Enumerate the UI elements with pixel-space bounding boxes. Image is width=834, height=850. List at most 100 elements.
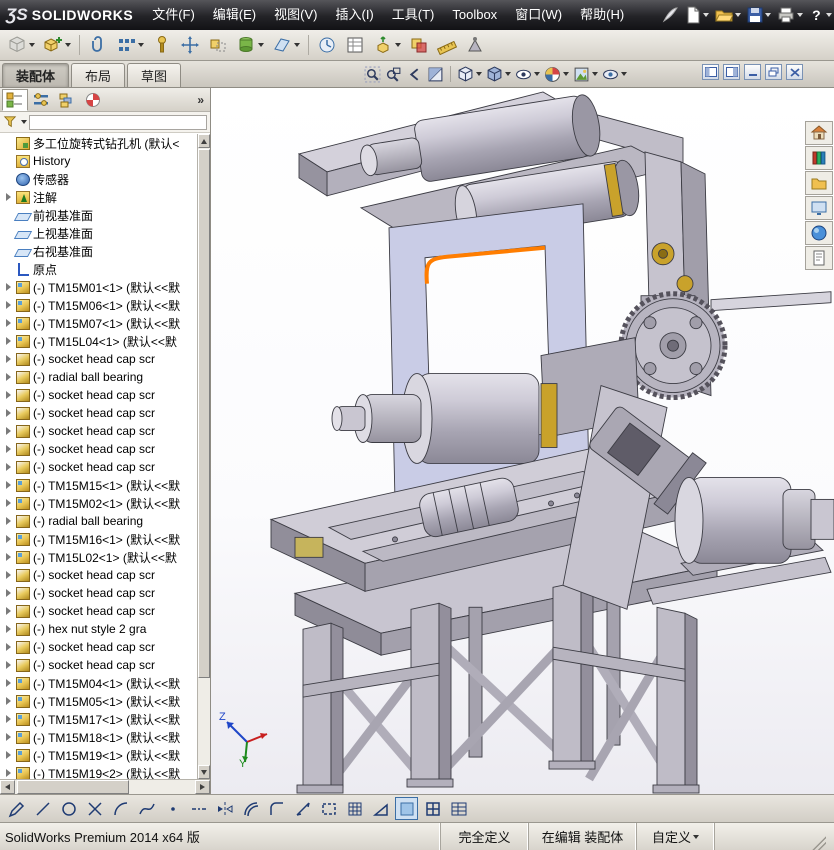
tree-item[interactable]: (-) socket head cap scr — [0, 404, 197, 422]
filter-funnel-icon[interactable] — [3, 115, 17, 129]
dropdown-caret[interactable] — [735, 13, 741, 17]
dropdown-caret[interactable] — [621, 72, 627, 76]
design-library-icon[interactable] — [805, 146, 833, 170]
sketch-icon[interactable] — [5, 797, 28, 820]
tree-item[interactable]: History — [0, 152, 197, 170]
expand-arrow[interactable] — [4, 769, 13, 778]
expand-arrow[interactable] — [4, 751, 13, 760]
tree-item[interactable]: 前视基准面 — [0, 206, 197, 224]
tables-icon[interactable] — [447, 797, 470, 820]
dropdown-caret[interactable] — [29, 43, 35, 47]
edit-component-icon[interactable] — [4, 32, 38, 58]
tree-item[interactable]: (-) socket head cap scr — [0, 566, 197, 584]
dropdown-caret[interactable] — [797, 13, 803, 17]
menu-item[interactable]: 帮助(H) — [571, 4, 633, 26]
expand-arrow[interactable] — [4, 337, 13, 346]
expand-arrow[interactable] — [4, 427, 13, 436]
expand-arrow[interactable] — [4, 553, 13, 562]
vertical-scroll-thumb[interactable] — [198, 149, 210, 678]
expand-arrow[interactable] — [4, 193, 13, 202]
tree-item[interactable]: (-) socket head cap scr — [0, 602, 197, 620]
exploded-view-icon[interactable] — [370, 32, 404, 58]
expand-arrow[interactable] — [4, 697, 13, 706]
pin-quill-icon[interactable] — [659, 4, 681, 26]
tree-item[interactable]: 传感器 — [0, 170, 197, 188]
display-style-icon[interactable] — [485, 64, 512, 84]
tree-item[interactable]: (-) TM15M07<1> (默认<<默 — [0, 314, 197, 332]
tree-item[interactable]: 注解 — [0, 188, 197, 206]
motion-study-icon[interactable] — [314, 32, 340, 58]
command-tab[interactable]: 布局 — [71, 63, 125, 87]
propertymanager-tab[interactable] — [28, 89, 54, 111]
assembly-features-icon[interactable] — [233, 32, 267, 58]
corner-rectangle-icon[interactable] — [317, 797, 340, 820]
expand-arrow[interactable] — [4, 301, 13, 310]
tree-item[interactable]: (-) hex nut style 2 gra — [0, 620, 197, 638]
horizontal-scroll-thumb[interactable] — [17, 780, 129, 794]
scroll-right-button[interactable] — [195, 780, 210, 794]
interference-detection-icon[interactable] — [406, 32, 432, 58]
configurationmanager-tab[interactable] — [54, 89, 80, 111]
graphics-viewport[interactable]: Z Y — [211, 88, 834, 794]
tree-item[interactable]: (-) socket head cap scr — [0, 422, 197, 440]
expand-arrow[interactable] — [4, 499, 13, 508]
circle-icon[interactable] — [57, 797, 80, 820]
point-icon[interactable] — [161, 797, 184, 820]
expand-arrow[interactable] — [4, 283, 13, 292]
expand-arrow[interactable] — [4, 373, 13, 382]
custom-properties-icon[interactable] — [805, 246, 833, 270]
apply-scene-icon[interactable] — [572, 64, 599, 84]
restore-doc-icon[interactable] — [765, 64, 782, 80]
menu-item[interactable]: Toolbox — [443, 4, 506, 26]
shaded-sketch-contours-icon[interactable] — [395, 797, 418, 820]
tree-item[interactable]: 多工位旋转式钻孔机 (默认< — [0, 134, 197, 152]
measure-icon[interactable] — [434, 32, 460, 58]
open-icon[interactable] — [713, 4, 743, 26]
dropdown-caret[interactable] — [592, 72, 598, 76]
dropdown-caret[interactable] — [21, 120, 27, 124]
smart-dimension-icon[interactable] — [291, 797, 314, 820]
expand-arrow[interactable] — [4, 679, 13, 688]
view-settings-icon[interactable] — [601, 64, 628, 84]
dropdown-caret[interactable] — [826, 13, 832, 17]
tree-item[interactable]: (-) TM15M17<1> (默认<<默 — [0, 710, 197, 728]
print-icon[interactable] — [775, 4, 805, 26]
show-hidden-components-icon[interactable] — [205, 32, 231, 58]
mate-icon[interactable] — [85, 32, 111, 58]
tree-item[interactable]: 原点 — [0, 260, 197, 278]
pane-icon[interactable] — [702, 64, 719, 80]
dropdown-caret[interactable] — [294, 43, 300, 47]
tree-item[interactable]: (-) TM15M05<1> (默认<<默 — [0, 692, 197, 710]
tree-item[interactable]: (-) radial ball bearing — [0, 368, 197, 386]
tree-item[interactable]: (-) TM15M15<1> (默认<<默 — [0, 476, 197, 494]
expand-arrow[interactable] — [4, 445, 13, 454]
expand-arrow[interactable] — [4, 535, 13, 544]
view-palette-icon[interactable] — [805, 196, 833, 220]
section-view-icon[interactable] — [426, 64, 445, 84]
dropdown-caret[interactable] — [258, 43, 264, 47]
grid-system-icon[interactable] — [421, 797, 444, 820]
scroll-down-button[interactable] — [198, 765, 210, 779]
dropdown-caret[interactable] — [693, 835, 699, 839]
zoom-area-icon[interactable] — [384, 64, 403, 84]
edit-appearance-icon[interactable] — [543, 64, 570, 84]
fillet-icon[interactable] — [265, 797, 288, 820]
dropdown-caret[interactable] — [395, 43, 401, 47]
dropdown-caret[interactable] — [765, 13, 771, 17]
expand-arrow[interactable] — [4, 355, 13, 364]
expand-arrow[interactable] — [4, 409, 13, 418]
tree-item[interactable]: (-) socket head cap scr — [0, 350, 197, 368]
menu-item[interactable]: 插入(I) — [326, 4, 382, 26]
dropdown-caret[interactable] — [476, 72, 482, 76]
tree-item[interactable]: (-) socket head cap scr — [0, 638, 197, 656]
previous-view-icon[interactable] — [405, 64, 424, 84]
tree-item[interactable]: (-) socket head cap scr — [0, 386, 197, 404]
new-document-icon[interactable] — [683, 4, 711, 26]
smart-fasteners-icon[interactable] — [149, 32, 175, 58]
displaymanager-tab[interactable] — [80, 89, 106, 111]
move-component-icon[interactable] — [177, 32, 203, 58]
minimize-doc-icon[interactable] — [744, 64, 761, 80]
tree-item[interactable]: (-) socket head cap scr — [0, 656, 197, 674]
mass-properties-icon[interactable] — [462, 32, 488, 58]
tree-item[interactable]: (-) TM15M04<1> (默认<<默 — [0, 674, 197, 692]
